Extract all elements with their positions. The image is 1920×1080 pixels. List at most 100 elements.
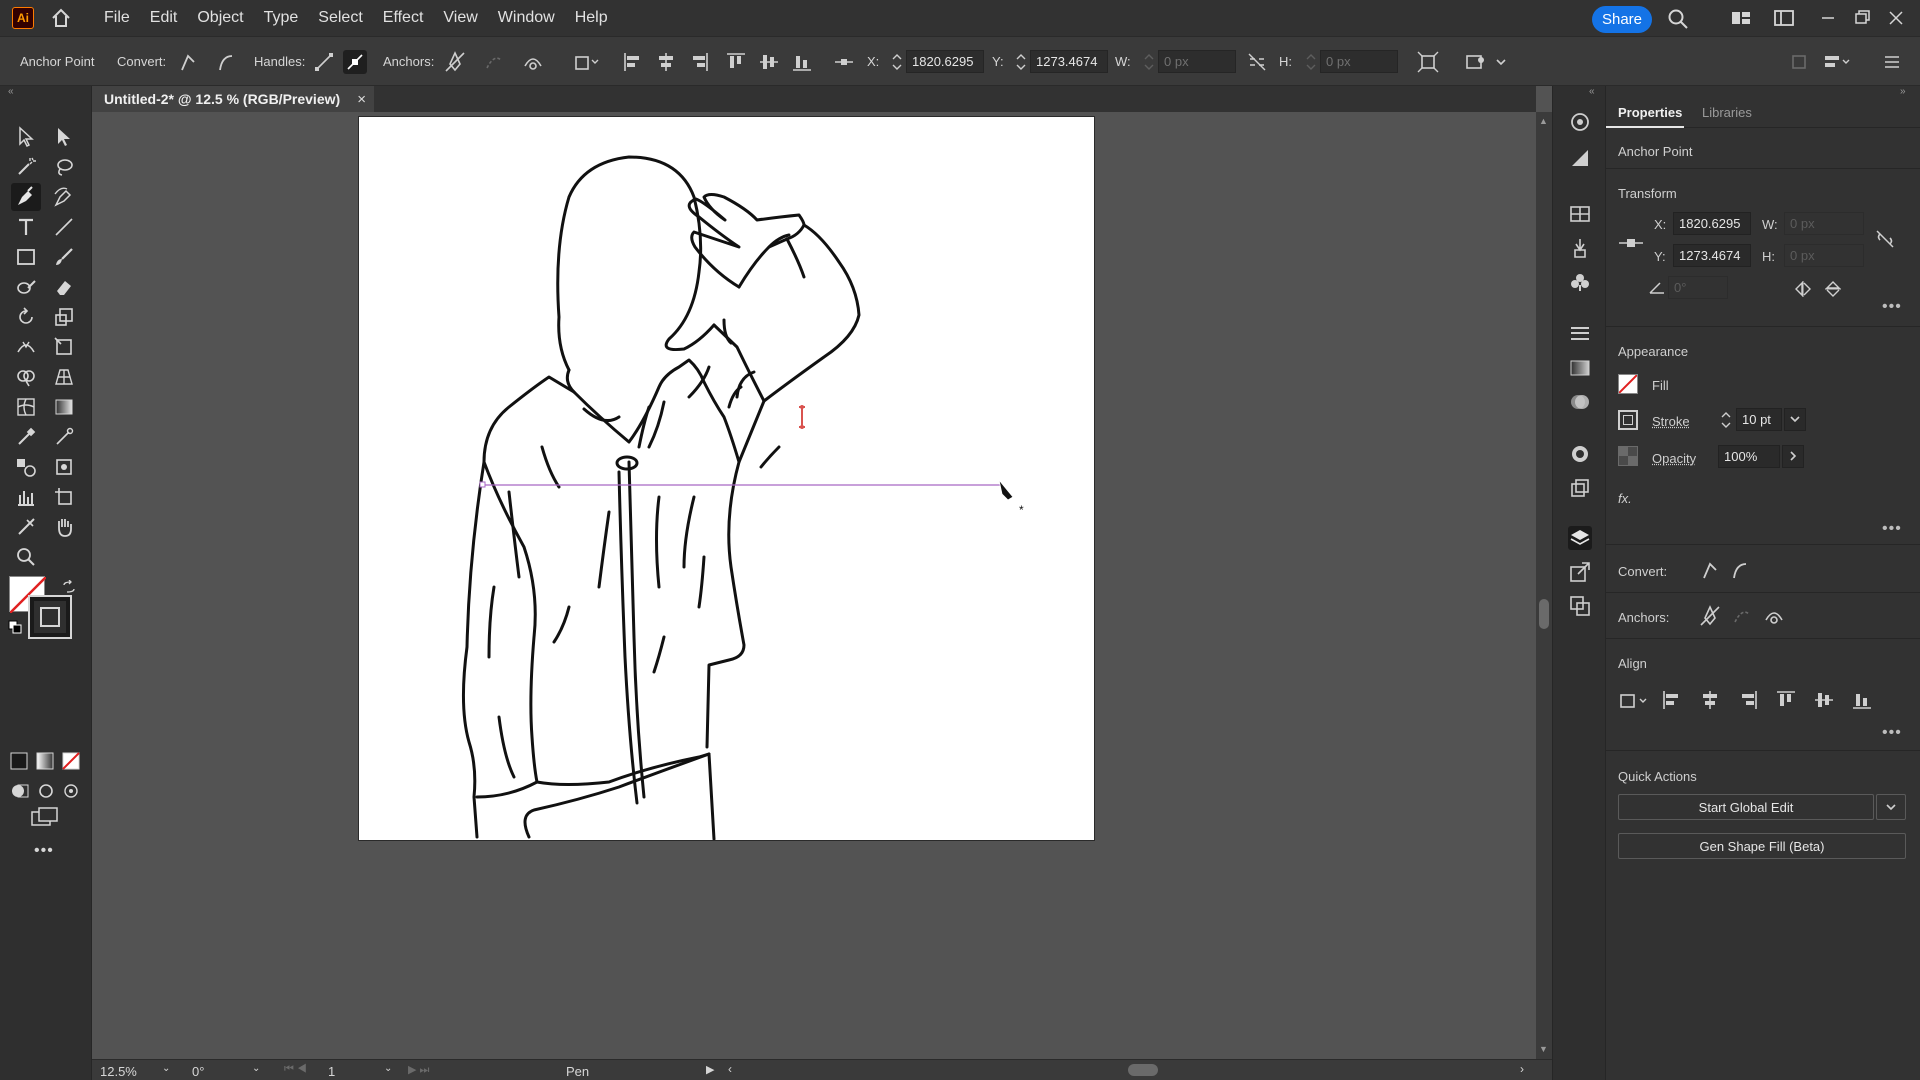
swap-fill-stroke-icon[interactable] xyxy=(62,580,76,594)
hand-tool-icon[interactable] xyxy=(49,513,79,541)
gradient-mode-icon[interactable] xyxy=(36,752,54,770)
scroll-up-icon[interactable]: ▲ xyxy=(1539,116,1548,126)
appearance-fill-swatch[interactable] xyxy=(1618,374,1638,394)
panel-align-top-icon[interactable] xyxy=(1774,688,1798,712)
convert-smooth-icon[interactable] xyxy=(214,50,238,74)
menu-effect[interactable]: Effect xyxy=(373,9,434,27)
panel-align-bottom-icon[interactable] xyxy=(1850,688,1874,712)
opacity-icon[interactable] xyxy=(1618,446,1638,466)
gen-shape-fill-button[interactable]: Gen Shape Fill (Beta) xyxy=(1618,833,1906,859)
zoom-level[interactable]: 12.5% xyxy=(100,1064,137,1079)
appearance-opacity-label[interactable]: Opacity xyxy=(1652,451,1696,466)
workspace-icon[interactable] xyxy=(1773,8,1795,28)
tab-properties[interactable]: Properties xyxy=(1618,105,1682,120)
panel-convert-corner-icon[interactable] xyxy=(1698,558,1722,582)
align-more-icon[interactable]: ••• xyxy=(1882,724,1902,742)
symbol-sprayer-tool-icon[interactable] xyxy=(49,453,79,481)
draw-behind-icon[interactable] xyxy=(36,782,56,800)
stroke-swatch[interactable] xyxy=(28,595,72,639)
shape-builder-tool-icon[interactable] xyxy=(11,363,41,391)
share-button[interactable]: Share xyxy=(1592,6,1652,33)
flip-vertical-icon[interactable] xyxy=(1824,280,1842,298)
type-tool-icon[interactable] xyxy=(11,213,41,241)
fx-effects-button[interactable]: fx. xyxy=(1618,491,1632,506)
color-guide-icon[interactable] xyxy=(1568,110,1592,134)
edit-toolbar-icon[interactable]: ••• xyxy=(34,842,54,860)
zoom-tool-icon[interactable] xyxy=(11,543,41,571)
align-to-icon[interactable] xyxy=(573,50,599,74)
eyedropper-tool-icon[interactable] xyxy=(11,423,41,451)
reference-point-icon[interactable] xyxy=(1618,236,1644,250)
scroll-down-icon[interactable]: ▼ xyxy=(1539,1044,1548,1054)
constrain-proportions-icon[interactable] xyxy=(1874,228,1896,250)
close-tab-icon[interactable]: × xyxy=(357,91,366,108)
menu-object[interactable]: Object xyxy=(187,9,253,27)
global-edit-options-chevron-down-icon[interactable] xyxy=(1876,794,1906,820)
y-stepper-icon[interactable] xyxy=(1014,50,1028,74)
line-segment-tool-icon[interactable] xyxy=(49,213,79,241)
stroke-stepper-icon[interactable] xyxy=(1718,408,1734,432)
cut-path-icon[interactable] xyxy=(521,50,545,74)
panel-menu-icon[interactable] xyxy=(1880,50,1904,74)
scale-tool-icon[interactable] xyxy=(49,303,79,331)
align-left-icon[interactable] xyxy=(621,50,645,74)
appearance-stroke-label[interactable]: Stroke xyxy=(1652,414,1690,429)
layers-icon[interactable] xyxy=(1568,526,1592,550)
direct-selection-tool-icon[interactable] xyxy=(49,123,79,151)
menu-edit[interactable]: Edit xyxy=(140,9,188,27)
flip-horizontal-icon[interactable] xyxy=(1794,280,1812,298)
align-right-icon[interactable] xyxy=(687,50,711,74)
lasso-tool-icon[interactable] xyxy=(49,153,79,181)
gradient-tool-icon[interactable] xyxy=(49,393,79,421)
y-input[interactable]: 1273.4674 xyxy=(1030,50,1108,73)
artboard[interactable]: * xyxy=(359,117,1094,840)
menu-help[interactable]: Help xyxy=(565,9,618,27)
menu-window[interactable]: Window xyxy=(488,9,565,27)
shaper-tool-icon[interactable] xyxy=(11,273,41,301)
transform-y-input[interactable]: 1273.4674 xyxy=(1673,244,1751,267)
panel-align-to-icon[interactable] xyxy=(1618,688,1652,712)
curvature-tool-icon[interactable] xyxy=(49,183,79,211)
panel-convert-smooth-icon[interactable] xyxy=(1728,558,1752,582)
appearance-panel-icon[interactable] xyxy=(1568,442,1592,466)
panel-align-vcenter-icon[interactable] xyxy=(1812,688,1836,712)
horizontal-scroll-thumb[interactable] xyxy=(1128,1064,1158,1076)
free-transform-tool-icon[interactable] xyxy=(49,333,79,361)
collapse-toolbar-icon[interactable]: « xyxy=(8,86,14,97)
artboards-panel-icon[interactable] xyxy=(1568,594,1592,618)
minimize-icon[interactable] xyxy=(1818,8,1840,28)
width-tool-icon[interactable] xyxy=(11,333,41,361)
brushes-icon[interactable] xyxy=(1568,236,1592,260)
measure-tool-icon[interactable] xyxy=(49,423,79,451)
transparency-icon[interactable] xyxy=(1568,390,1592,414)
x-input[interactable]: 1820.6295 xyxy=(906,50,984,73)
rectangle-tool-icon[interactable] xyxy=(11,243,41,271)
screen-mode-icon[interactable] xyxy=(30,806,60,828)
remove-anchor-icon[interactable] xyxy=(443,50,467,74)
collapse-dock-icon[interactable]: « xyxy=(1589,86,1595,97)
panel-align-hcenter-icon[interactable] xyxy=(1698,688,1722,712)
perspective-grid-tool-icon[interactable] xyxy=(49,363,79,391)
home-icon[interactable] xyxy=(50,7,72,29)
swatches-icon[interactable] xyxy=(1568,202,1592,226)
color-icon[interactable] xyxy=(1568,146,1592,170)
reference-point-icon[interactable] xyxy=(832,50,856,74)
hide-handles-icon[interactable] xyxy=(343,50,367,74)
puppet-warp-icon[interactable] xyxy=(1463,50,1487,74)
blend-tool-icon[interactable] xyxy=(11,453,41,481)
status-menu-icon[interactable]: ▶ xyxy=(706,1063,714,1076)
magic-wand-tool-icon[interactable] xyxy=(11,153,41,181)
menu-select[interactable]: Select xyxy=(308,9,372,27)
close-window-icon[interactable] xyxy=(1886,8,1908,28)
panel-align-right-icon[interactable] xyxy=(1736,688,1760,712)
selection-tool-icon[interactable] xyxy=(11,123,41,151)
constrain-proportions-icon[interactable] xyxy=(1245,50,1269,74)
distribute-icon[interactable] xyxy=(1822,50,1850,74)
default-fill-stroke-icon[interactable] xyxy=(8,620,22,634)
show-handles-icon[interactable] xyxy=(312,50,336,74)
export-icon[interactable] xyxy=(1568,560,1592,584)
chevron-down-icon[interactable] xyxy=(1494,50,1508,74)
vertical-scrollbar[interactable]: ▲ ▼ xyxy=(1536,112,1552,1059)
zoom-chevron-down-icon[interactable]: ⌄ xyxy=(162,1063,170,1074)
stroke-weight-input[interactable]: 10 pt xyxy=(1736,408,1782,431)
